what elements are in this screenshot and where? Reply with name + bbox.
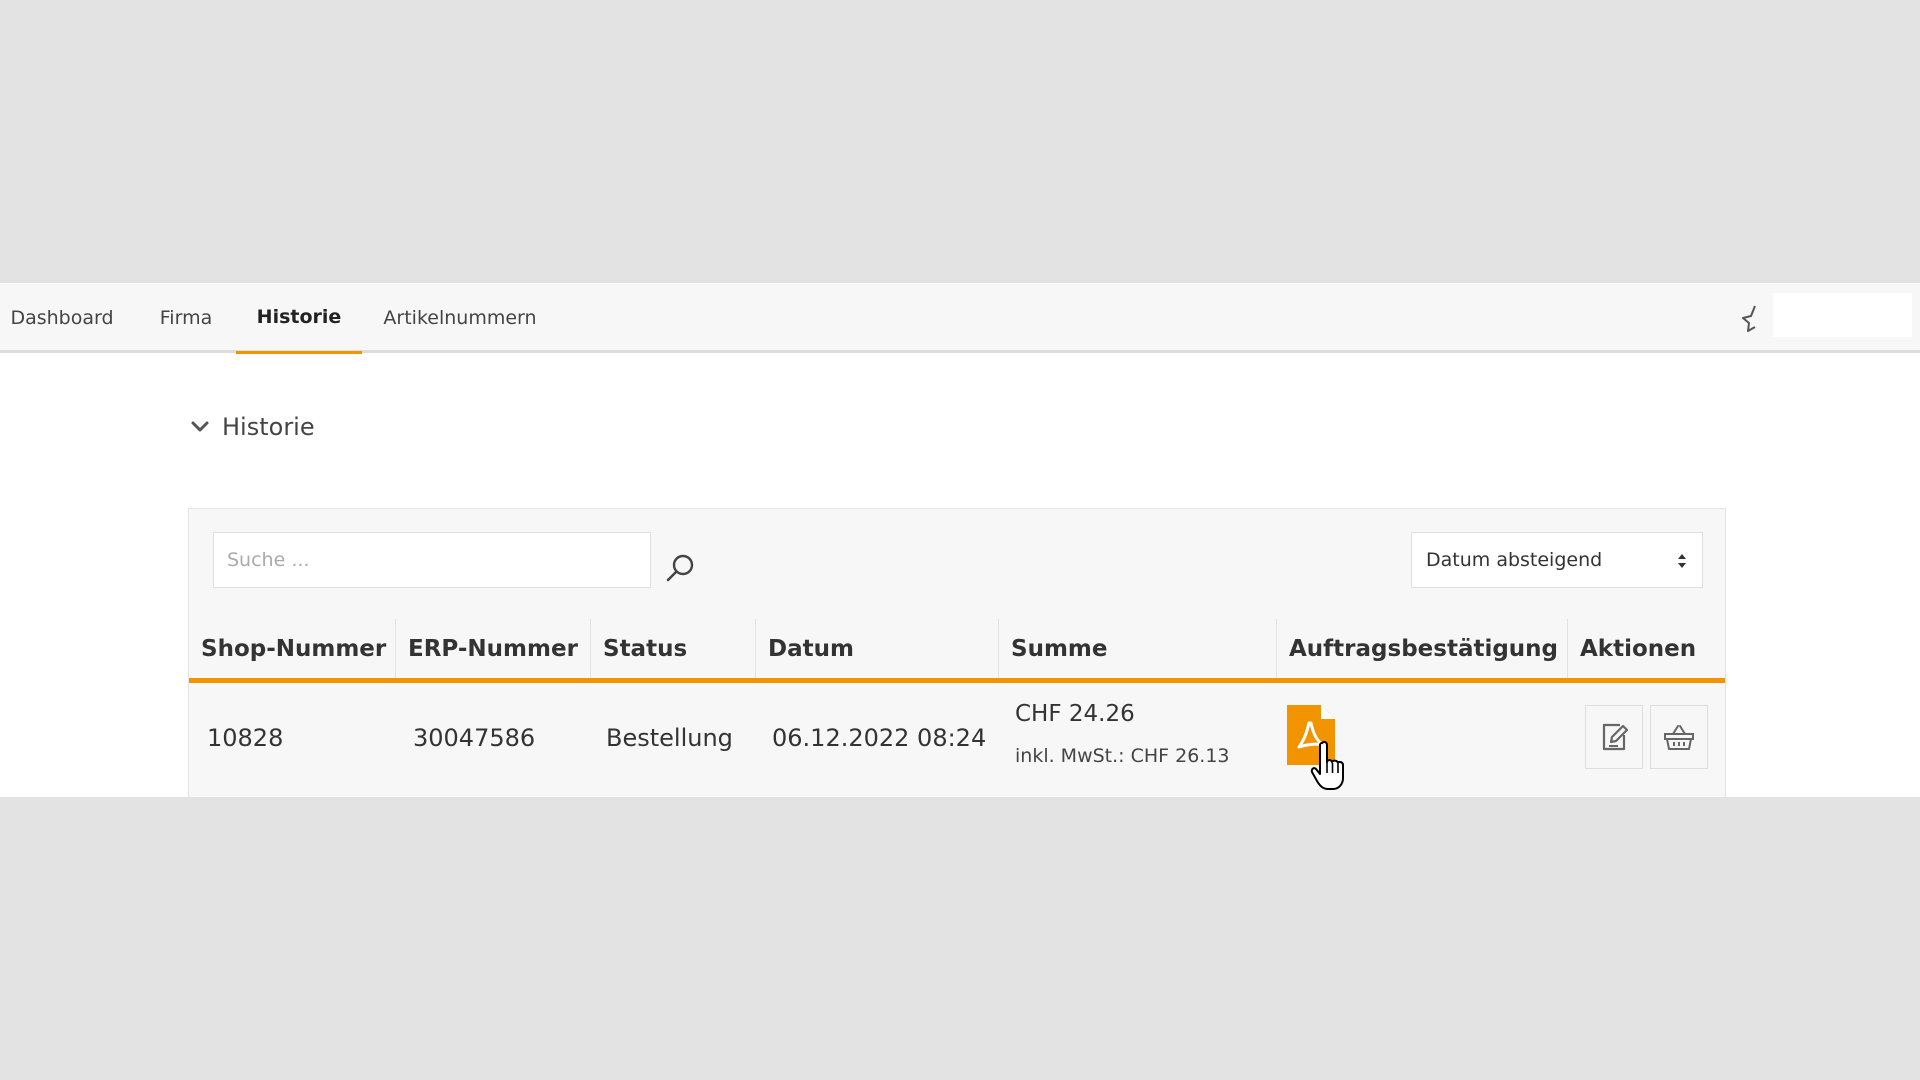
date-cell: 06.12.2022 08:24 [772, 724, 987, 752]
tab-firma[interactable]: Firma [146, 283, 226, 353]
edit-icon [1602, 723, 1629, 751]
pdf-icon[interactable] [1287, 705, 1335, 765]
chevron-down-icon [191, 421, 209, 432]
history-panel: Datum absteigend Shop-Nummer ERP-Nummer … [188, 508, 1726, 797]
column-header-shop-nummer[interactable]: Shop-Nummer [189, 619, 396, 678]
tab-dashboard[interactable]: Dashboard [0, 283, 124, 353]
sum-cell: CHF 24.26 [1015, 701, 1135, 727]
header-search-field[interactable] [1773, 293, 1912, 337]
sort-arrows-icon [1678, 554, 1686, 568]
basket-icon [1664, 725, 1694, 750]
column-header-summe[interactable]: Summe [999, 619, 1277, 678]
edit-button[interactable] [1585, 705, 1643, 769]
column-header-erp-nummer[interactable]: ERP-Nummer [396, 619, 591, 678]
add-to-basket-button[interactable] [1650, 705, 1708, 769]
shop-number-cell: 10828 [207, 724, 284, 752]
section-title: Historie [222, 413, 315, 441]
search-input[interactable] [213, 532, 651, 588]
top-navigation: Dashboard Firma Historie Artikelnummern [0, 283, 1920, 354]
column-header-datum[interactable]: Datum [756, 619, 999, 678]
sort-select-value: Datum absteigend [1426, 549, 1603, 571]
tab-historie[interactable]: Historie [236, 283, 362, 354]
column-header-status[interactable]: Status [591, 619, 756, 678]
sum-incl-vat: inkl. MwSt.: CHF 26.13 [1015, 745, 1230, 767]
table-row: 10828 30047586 Bestellung 06.12.2022 08:… [189, 683, 1725, 797]
star-icon[interactable] [1740, 304, 1764, 332]
tab-artikelnummern[interactable]: Artikelnummern [376, 283, 544, 353]
app-window: Dashboard Firma Historie Artikelnummern … [0, 283, 1920, 797]
column-header-auftragsbestaetigung[interactable]: Auftragsbestätigung [1277, 619, 1568, 678]
sort-select[interactable]: Datum absteigend [1411, 532, 1703, 588]
column-header-aktionen: Aktionen [1580, 635, 1697, 662]
table-header: Shop-Nummer ERP-Nummer Status Datum Summ… [189, 619, 1725, 683]
status-cell: Bestellung [606, 724, 733, 752]
section-toggle-historie[interactable]: Historie [190, 413, 315, 441]
erp-number-cell: 30047586 [413, 724, 536, 752]
search-icon[interactable] [664, 552, 696, 584]
